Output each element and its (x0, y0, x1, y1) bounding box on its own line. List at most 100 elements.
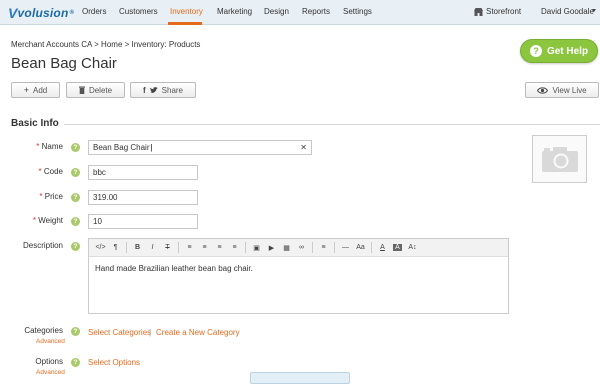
nav-marketing[interactable]: Marketing (217, 7, 252, 16)
required-mark: * (36, 142, 40, 151)
align-icon[interactable]: ≡ (316, 244, 331, 251)
toolbar-separator (334, 242, 335, 253)
nav-design[interactable]: Design (264, 7, 289, 16)
html-source-icon[interactable]: </> (93, 244, 108, 251)
link-separator: | (149, 328, 152, 337)
options-help-icon[interactable]: ? (71, 358, 80, 367)
link-icon[interactable]: ∞ (294, 244, 309, 251)
nav-inventory[interactable]: Inventory (170, 7, 203, 16)
weight-help-icon[interactable]: ? (71, 217, 80, 226)
weight-label-text: Weight (38, 216, 63, 225)
weight-field-value: 10 (93, 217, 102, 226)
weight-field[interactable]: 10 (88, 214, 198, 229)
description-label: Description (22, 241, 63, 250)
page-title: Bean Bag Chair (11, 55, 117, 72)
price-field[interactable]: 319.00 (88, 190, 198, 205)
delete-button[interactable]: Delete (66, 82, 125, 98)
delete-button-label: Delete (88, 85, 113, 95)
categories-advanced-link[interactable]: Advanced (36, 338, 65, 345)
twitter-icon (149, 86, 158, 93)
code-field-value: bbc (93, 168, 106, 177)
volusion-logo[interactable]: Vvolusion ® (8, 4, 74, 21)
share-button-label: Share (161, 85, 184, 95)
bullet-list-icon[interactable]: ≡ (182, 244, 197, 251)
table-icon[interactable]: ▦ (279, 244, 294, 252)
price-help-icon[interactable]: ? (71, 193, 80, 202)
bold-icon[interactable]: B (130, 244, 145, 251)
active-nav-indicator (168, 22, 202, 25)
italic-icon[interactable]: I (145, 244, 160, 251)
section-title-basic-info: Basic Info (11, 118, 59, 129)
share-button[interactable]: f Share (130, 82, 196, 98)
strikethrough-icon[interactable]: T (160, 244, 175, 251)
nav-orders[interactable]: Orders (82, 7, 106, 16)
select-categories-link[interactable]: Select Categories (88, 328, 151, 337)
view-live-button[interactable]: View Live (525, 82, 599, 98)
storefront-icon (474, 7, 483, 16)
view-live-label: View Live (552, 85, 587, 95)
section-divider (64, 124, 600, 125)
options-label: Options (35, 357, 63, 366)
facebook-icon: f (142, 85, 146, 95)
required-mark: * (32, 216, 36, 225)
options-advanced-link[interactable]: Advanced (36, 369, 65, 376)
required-mark: * (39, 192, 43, 201)
select-options-link[interactable]: Select Options (88, 358, 140, 367)
clear-icon[interactable]: ✕ (300, 143, 307, 152)
font-family-icon[interactable]: Aa (353, 244, 368, 251)
product-photo-placeholder[interactable] (532, 135, 587, 183)
save-button-partial[interactable] (250, 372, 350, 384)
camera-icon (541, 147, 578, 172)
image-icon[interactable]: ▣ (249, 244, 264, 252)
font-color-icon[interactable]: A (375, 244, 390, 251)
categories-help-icon[interactable]: ? (71, 327, 80, 336)
video-icon[interactable]: ▶ (264, 244, 279, 252)
nav-customers[interactable]: Customers (119, 7, 158, 16)
description-editor[interactable]: </> ¶ B I T ≡ ≡ ≡ ≡ ▣ ▶ ▦ ∞ ≡ — Aa A A A… (88, 238, 509, 314)
code-help-icon[interactable]: ? (71, 168, 80, 177)
nav-reports[interactable]: Reports (302, 7, 330, 16)
question-icon: ? (529, 45, 542, 57)
breadcrumb: Merchant Accounts CA > Home > Inventory:… (11, 40, 201, 49)
name-field[interactable]: Bean Bag Chair | ✕ (88, 140, 312, 155)
get-help-button[interactable]: ? Get Help (520, 39, 598, 63)
background-color-icon[interactable]: A (393, 244, 402, 251)
toolbar-separator (312, 242, 313, 253)
code-label-text: Code (43, 167, 63, 176)
top-nav-bar: Vvolusion ® Orders Customers Inventory Ma… (0, 0, 600, 25)
logo-trademark: ® (69, 9, 75, 16)
name-help-icon[interactable]: ? (71, 143, 80, 152)
storefront-label: Storefront (486, 7, 522, 16)
numbered-list-icon[interactable]: ≡ (197, 244, 212, 251)
text-cursor: | (150, 143, 153, 152)
outdent-icon[interactable]: ≡ (212, 244, 227, 251)
paragraph-icon[interactable]: ¶ (108, 244, 123, 251)
toolbar-separator (245, 242, 246, 253)
add-button[interactable]: + Add (11, 82, 60, 98)
get-help-label: Get Help (546, 45, 589, 57)
eye-icon (537, 86, 549, 94)
description-help-icon[interactable]: ? (71, 242, 80, 251)
editor-toolbar: </> ¶ B I T ≡ ≡ ≡ ≡ ▣ ▶ ▦ ∞ ≡ — Aa A A A… (89, 239, 508, 257)
price-label: * Price (3, 192, 63, 201)
font-size-icon[interactable]: A↕ (405, 244, 420, 251)
description-text[interactable]: Hand made Brazilian leather bean bag cha… (89, 257, 508, 280)
nav-settings[interactable]: Settings (343, 7, 372, 16)
indent-icon[interactable]: ≡ (227, 244, 242, 251)
horizontal-rule-icon[interactable]: — (338, 244, 353, 251)
trash-icon (78, 86, 85, 94)
weight-label: * Weight (3, 216, 63, 225)
price-field-value: 319.00 (93, 193, 118, 202)
user-menu[interactable]: David Goodale (541, 7, 594, 16)
toolbar-separator (178, 242, 179, 253)
create-category-link[interactable]: Create a New Category (156, 328, 240, 337)
logo-mark: V (8, 4, 18, 21)
storefront-link[interactable]: Storefront (474, 7, 521, 16)
code-field[interactable]: bbc (88, 165, 198, 180)
name-field-value: Bean Bag Chair (93, 143, 150, 152)
toolbar-separator (371, 242, 372, 253)
chevron-down-icon[interactable] (592, 9, 596, 12)
price-label-text: Price (44, 192, 63, 201)
categories-label: Categories (24, 326, 63, 335)
code-label: * Code (3, 167, 63, 176)
